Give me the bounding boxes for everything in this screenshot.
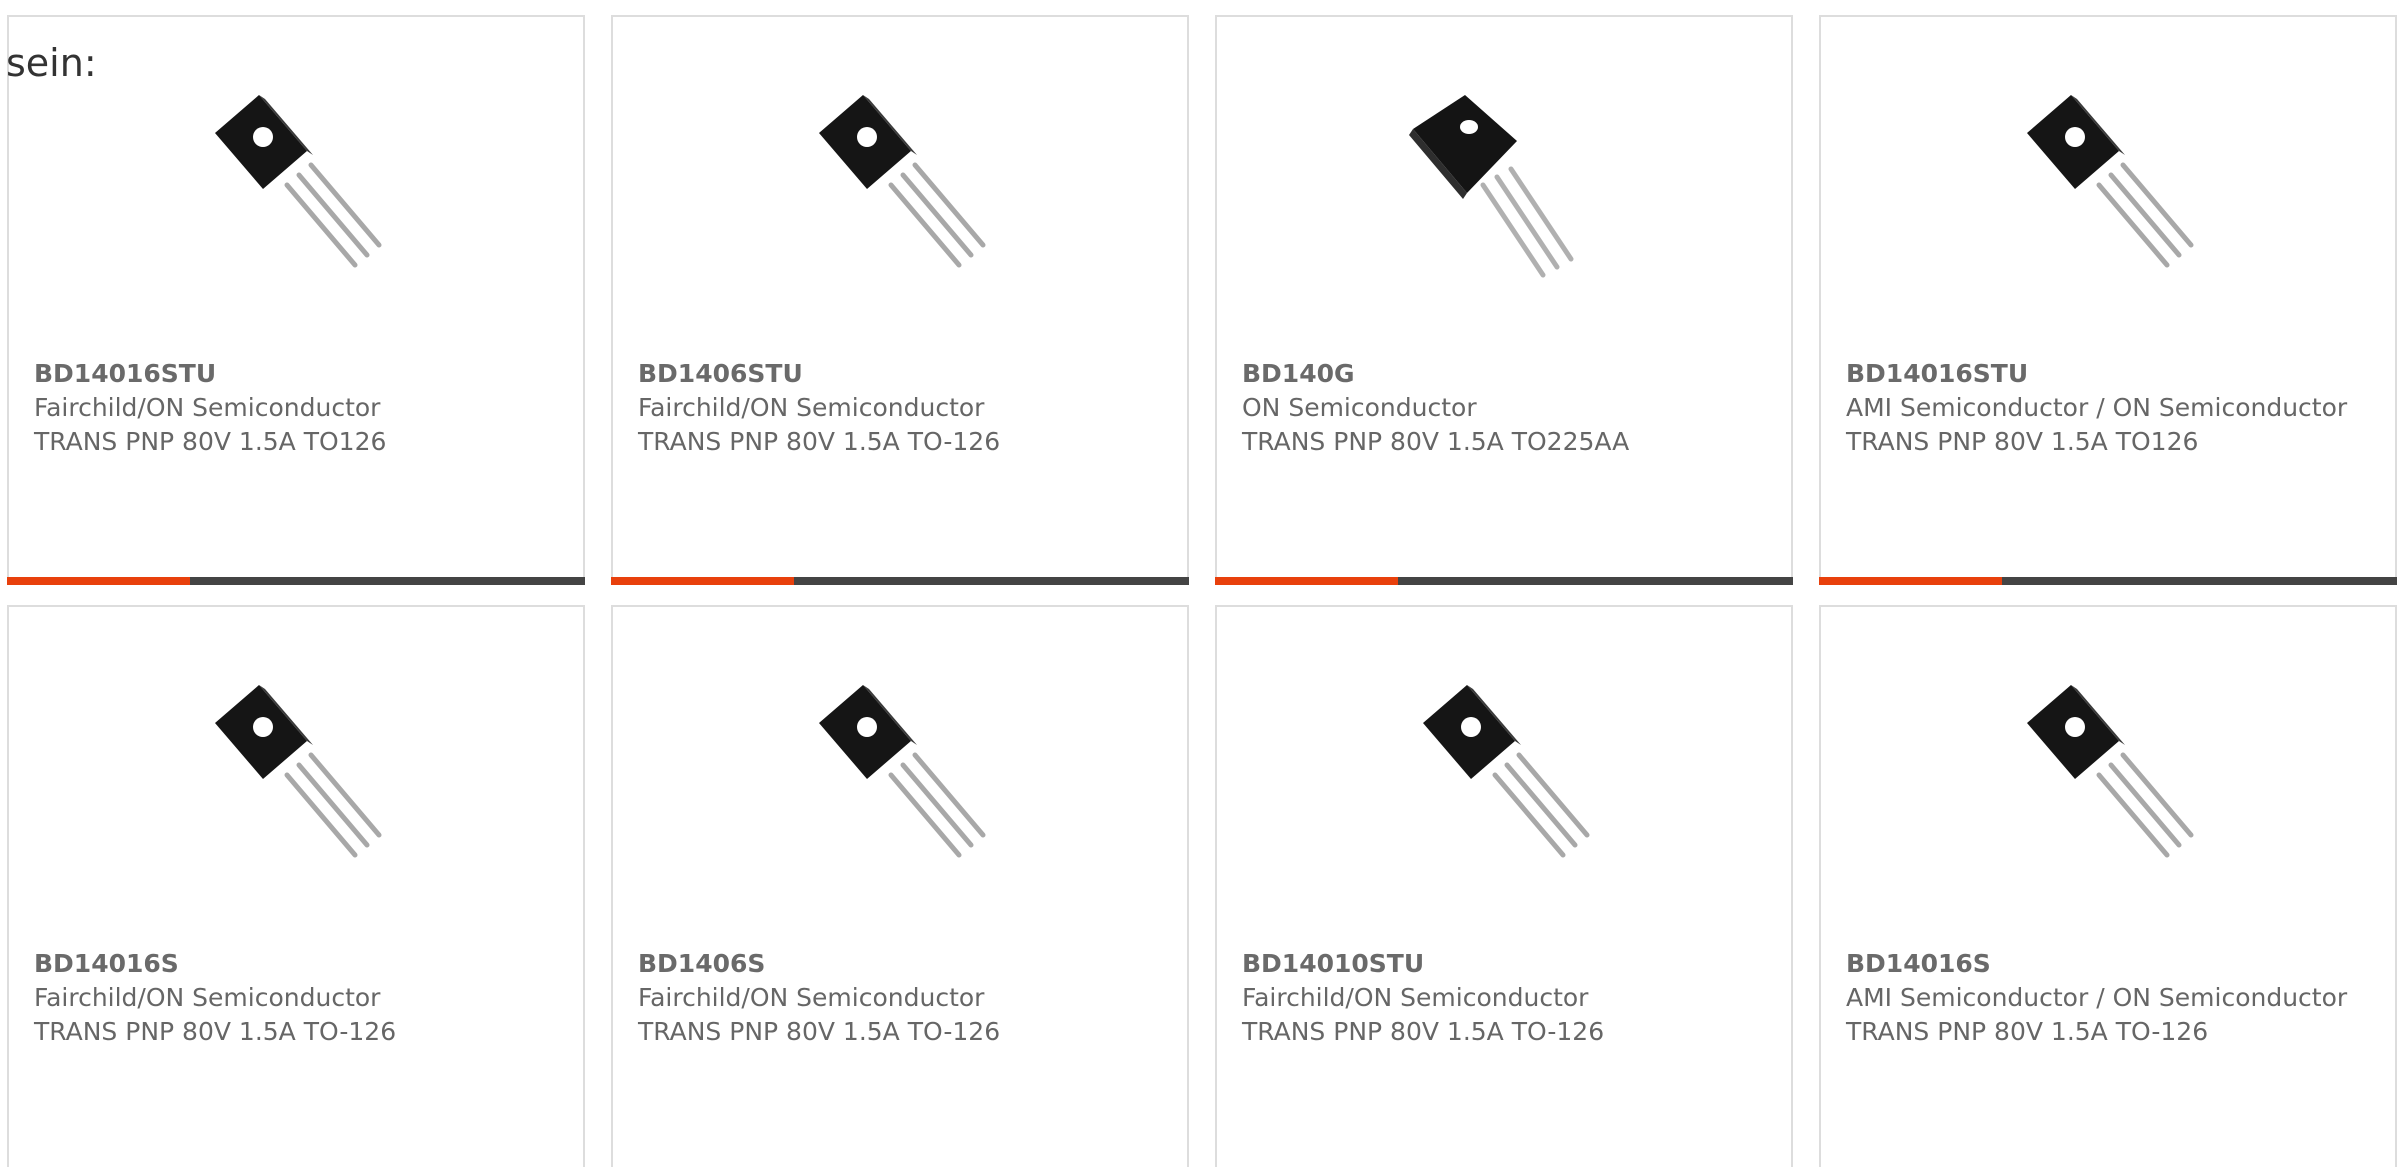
product-card[interactable]: BD14016STU Fairchild/ON Semiconductor TR… — [7, 15, 585, 585]
description: TRANS PNP 80V 1.5A TO126 — [1846, 427, 2199, 456]
product-info: BD140G ON Semiconductor TRANS PNP 80V 1.… — [1242, 357, 1771, 459]
description: TRANS PNP 80V 1.5A TO-126 — [1846, 1017, 2209, 1046]
manufacturer: AMI Semiconductor / ON Semiconductor — [1846, 393, 2348, 422]
product-card[interactable]: BD14016S AMI Semiconductor / ON Semicond… — [1819, 605, 2397, 1167]
description: TRANS PNP 80V 1.5A TO225AA — [1242, 427, 1630, 456]
transistor-image-icon — [799, 675, 999, 875]
product-info: BD14016S Fairchild/ON Semiconductor TRAN… — [34, 947, 563, 1049]
product-grid-page: sein: BD14016STU Fairchild/ON Semiconduc… — [0, 0, 2400, 1167]
part-number[interactable]: BD140G — [1242, 357, 1771, 391]
transistor-image-icon — [1403, 675, 1603, 875]
part-number[interactable]: BD14016S — [34, 947, 563, 981]
intro-text: sein: — [6, 41, 97, 85]
manufacturer: Fairchild/ON Semiconductor — [638, 393, 985, 422]
product-card[interactable]: BD14016STU AMI Semiconductor / ON Semico… — [1819, 15, 2397, 585]
card-bar — [1215, 577, 1793, 585]
description: TRANS PNP 80V 1.5A TO126 — [34, 427, 387, 456]
transistor-image-icon — [195, 675, 395, 875]
product-card[interactable]: BD140G ON Semiconductor TRANS PNP 80V 1.… — [1215, 15, 1793, 585]
manufacturer: Fairchild/ON Semiconductor — [34, 393, 381, 422]
part-number[interactable]: BD14016STU — [1846, 357, 2375, 391]
product-info: BD14016STU Fairchild/ON Semiconductor TR… — [34, 357, 563, 459]
transistor-image-icon — [1403, 85, 1603, 285]
manufacturer: Fairchild/ON Semiconductor — [1242, 983, 1589, 1012]
part-number[interactable]: BD1406STU — [638, 357, 1167, 391]
manufacturer: AMI Semiconductor / ON Semiconductor — [1846, 983, 2348, 1012]
product-info: BD14010STU Fairchild/ON Semiconductor TR… — [1242, 947, 1771, 1049]
part-number[interactable]: BD1406S — [638, 947, 1167, 981]
card-accent — [7, 577, 190, 585]
part-number[interactable]: BD14016STU — [34, 357, 563, 391]
manufacturer: Fairchild/ON Semiconductor — [638, 983, 985, 1012]
manufacturer: ON Semiconductor — [1242, 393, 1477, 422]
card-bar — [611, 577, 1189, 585]
product-info: BD14016S AMI Semiconductor / ON Semicond… — [1846, 947, 2375, 1049]
product-card[interactable]: BD14010STU Fairchild/ON Semiconductor TR… — [1215, 605, 1793, 1167]
transistor-image-icon — [799, 85, 999, 285]
product-info: BD1406STU Fairchild/ON Semiconductor TRA… — [638, 357, 1167, 459]
description: TRANS PNP 80V 1.5A TO-126 — [1242, 1017, 1605, 1046]
product-card[interactable]: BD1406STU Fairchild/ON Semiconductor TRA… — [611, 15, 1189, 585]
card-accent — [611, 577, 794, 585]
product-card[interactable]: BD1406S Fairchild/ON Semiconductor TRANS… — [611, 605, 1189, 1167]
card-accent — [1819, 577, 2002, 585]
transistor-image-icon — [2007, 85, 2207, 285]
product-info: BD14016STU AMI Semiconductor / ON Semico… — [1846, 357, 2375, 459]
transistor-image-icon — [195, 85, 395, 285]
part-number[interactable]: BD14010STU — [1242, 947, 1771, 981]
part-number[interactable]: BD14016S — [1846, 947, 2375, 981]
transistor-image-icon — [2007, 675, 2207, 875]
product-card[interactable]: BD14016S Fairchild/ON Semiconductor TRAN… — [7, 605, 585, 1167]
description: TRANS PNP 80V 1.5A TO-126 — [638, 427, 1001, 456]
manufacturer: Fairchild/ON Semiconductor — [34, 983, 381, 1012]
description: TRANS PNP 80V 1.5A TO-126 — [638, 1017, 1001, 1046]
card-bar — [1819, 577, 2397, 585]
product-grid: BD14016STU Fairchild/ON Semiconductor TR… — [7, 15, 2400, 1167]
card-bar — [7, 577, 585, 585]
card-accent — [1215, 577, 1398, 585]
product-info: BD1406S Fairchild/ON Semiconductor TRANS… — [638, 947, 1167, 1049]
description: TRANS PNP 80V 1.5A TO-126 — [34, 1017, 397, 1046]
